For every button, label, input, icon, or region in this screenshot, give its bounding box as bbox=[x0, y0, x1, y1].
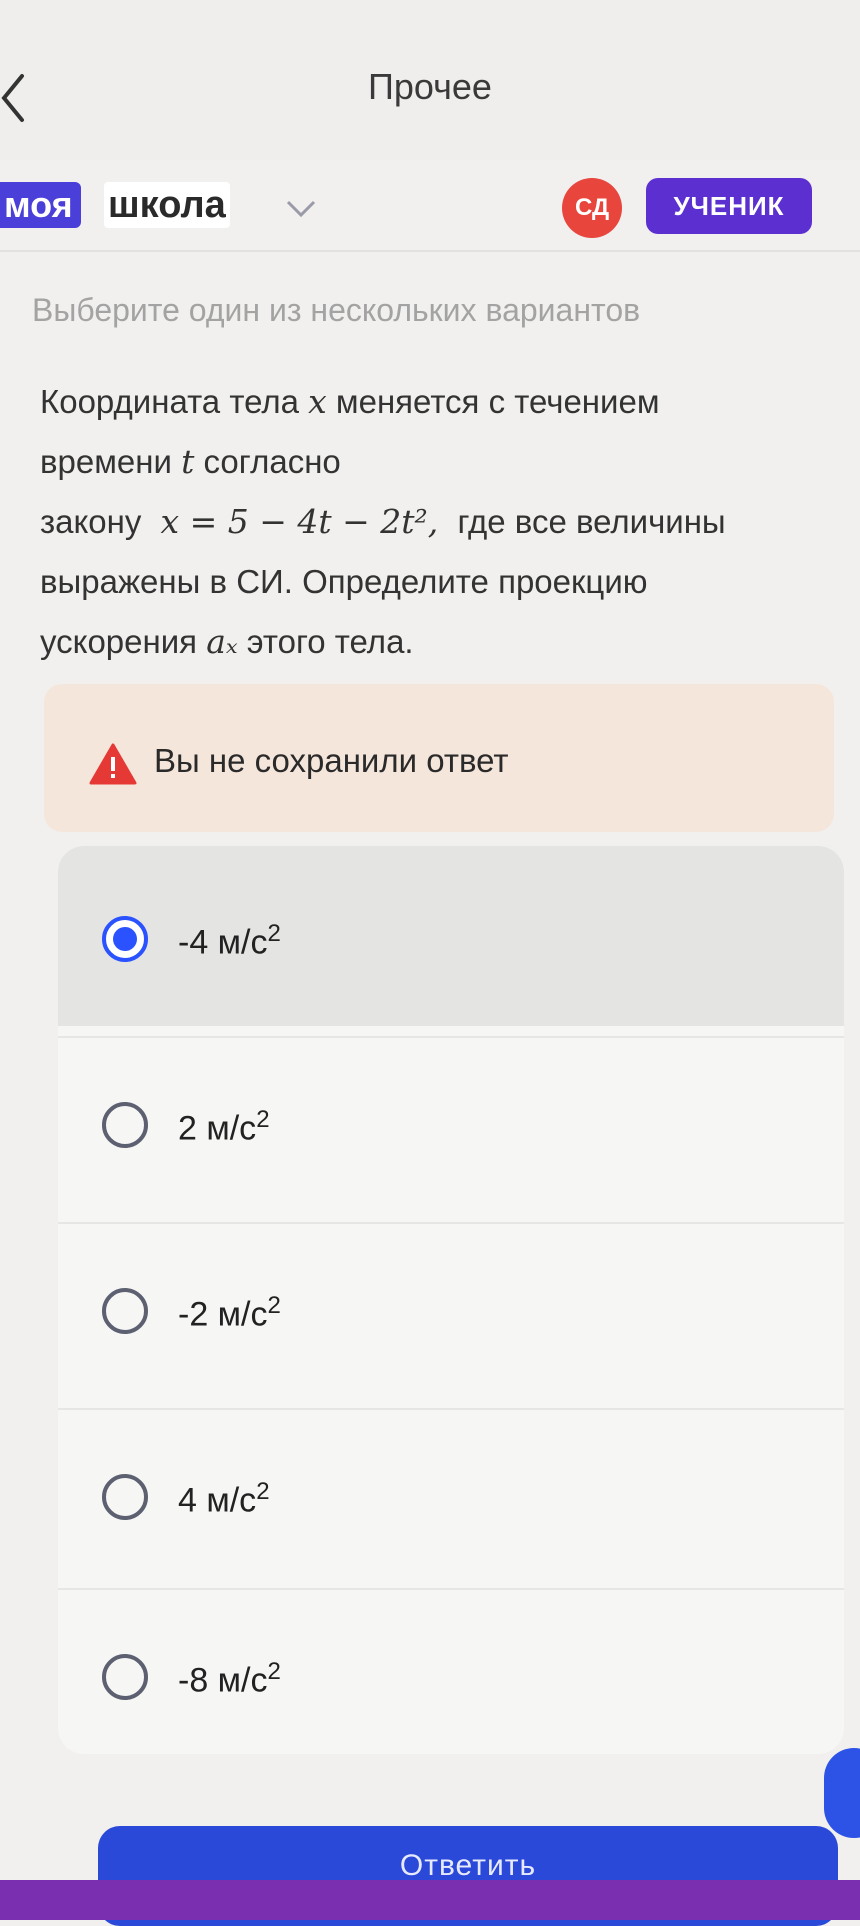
unsaved-warning: Вы не сохранили ответ bbox=[44, 684, 834, 832]
option-label: -8 м/с2 bbox=[178, 1658, 281, 1700]
option-exponent: 2 bbox=[267, 1658, 281, 1685]
option-exponent: 2 bbox=[256, 1106, 270, 1133]
option-label: 4 м/с2 bbox=[178, 1478, 270, 1520]
question-part: меняется с течением bbox=[335, 383, 660, 420]
question-part: времени bbox=[40, 443, 172, 480]
brand-logo-shkola: школа bbox=[104, 182, 230, 228]
question-part: где все величины bbox=[457, 503, 726, 540]
user-avatar[interactable]: СД bbox=[562, 178, 622, 238]
floating-side-button[interactable] bbox=[824, 1748, 860, 1838]
top-app-bar: Прочее bbox=[0, 0, 860, 160]
role-badge: УЧЕНИК bbox=[646, 178, 812, 234]
option-label: -4 м/с2 bbox=[178, 920, 281, 962]
option-value: -4 м/с bbox=[178, 923, 268, 962]
radio-button[interactable] bbox=[102, 1102, 148, 1148]
warning-text: Вы не сохранили ответ bbox=[154, 742, 509, 779]
question-part: согласно bbox=[203, 443, 341, 480]
radio-button-selected[interactable] bbox=[102, 916, 148, 962]
answer-option[interactable]: -2 м/с2 bbox=[58, 1222, 844, 1404]
option-label: 2 м/с2 bbox=[178, 1106, 270, 1148]
brand-logo-moya: моя bbox=[0, 182, 81, 228]
option-value: -2 м/с bbox=[178, 1295, 268, 1334]
option-value: -8 м/с bbox=[178, 1661, 268, 1700]
option-value: 4 м/с bbox=[178, 1481, 257, 1520]
option-exponent: 2 bbox=[267, 1292, 281, 1319]
task-instruction: Выберите один из нескольких вариантов bbox=[32, 292, 641, 328]
variable-ax: aₓ bbox=[206, 622, 238, 661]
radio-button[interactable] bbox=[102, 1654, 148, 1700]
question-part: выражены в СИ. Определите проекцию bbox=[40, 563, 648, 600]
answer-option[interactable]: -4 м/с2 bbox=[58, 846, 844, 1026]
alert-triangle-icon bbox=[89, 743, 137, 785]
chevron-down-icon[interactable] bbox=[284, 198, 318, 220]
motion-formula: x = 5 − 4t − 2t², bbox=[160, 502, 439, 541]
answer-option[interactable]: -8 м/с2 bbox=[58, 1588, 844, 1754]
header-divider bbox=[0, 250, 860, 252]
radio-button[interactable] bbox=[102, 1288, 148, 1334]
option-value: 2 м/с bbox=[178, 1109, 257, 1148]
question-text: Координата тела x меняется с течением вр… bbox=[40, 372, 830, 672]
question-part: ускорения bbox=[40, 623, 198, 660]
answer-options: -4 м/с2 2 м/с2 -2 м/с2 4 м/с2 -8 м/с2 bbox=[58, 846, 844, 1754]
answer-option[interactable]: 4 м/с2 bbox=[58, 1408, 844, 1590]
question-part: закону bbox=[40, 503, 142, 540]
question-part: этого тела. bbox=[246, 623, 414, 660]
radio-button[interactable] bbox=[102, 1474, 148, 1520]
bottom-strip bbox=[0, 1880, 860, 1920]
variable-x: x bbox=[308, 382, 327, 421]
page-title: Прочее bbox=[368, 66, 492, 107]
option-label: -2 м/с2 bbox=[178, 1292, 281, 1334]
question-part: Координата тела bbox=[40, 383, 299, 420]
brand-bar: моя школа СД УЧЕНИК bbox=[0, 160, 860, 250]
option-exponent: 2 bbox=[267, 920, 281, 947]
option-exponent: 2 bbox=[256, 1478, 270, 1505]
variable-t: t bbox=[181, 442, 195, 481]
answer-option[interactable]: 2 м/с2 bbox=[58, 1036, 844, 1218]
